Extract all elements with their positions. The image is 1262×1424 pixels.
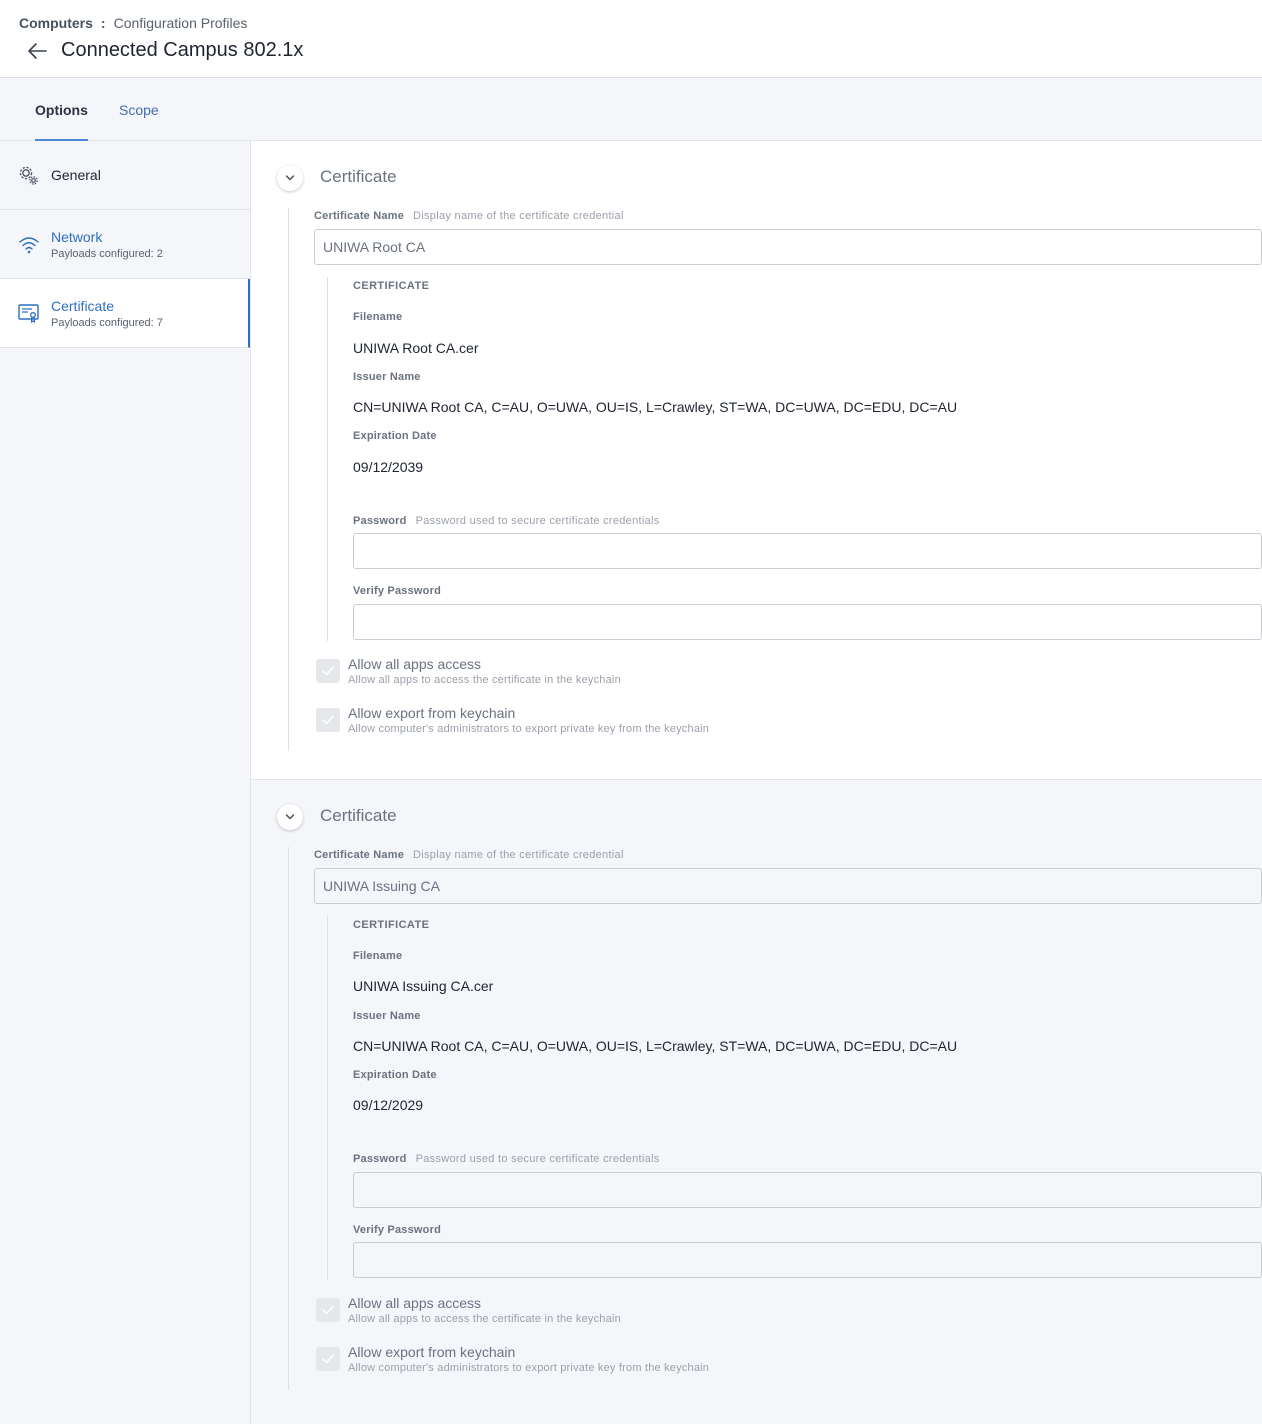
verify-password-label: Verify Password <box>353 1224 441 1236</box>
filename-value: UNIWA Issuing CA.cer <box>353 978 494 994</box>
issuer-name-label: Issuer Name <box>353 371 421 383</box>
field-hint: Password used to secure certificate cred… <box>415 1153 660 1165</box>
allow-all-apps-checkbox[interactable] <box>316 659 340 683</box>
breadcrumb-configuration-profiles[interactable]: Configuration Profiles <box>114 15 248 31</box>
breadcrumb-computers[interactable]: Computers <box>19 15 93 31</box>
field-hint: Display name of the certificate credenti… <box>413 849 624 861</box>
certificate-heading: CERTIFICATE <box>353 280 430 292</box>
field-hint: Password used to secure certificate cred… <box>415 515 660 527</box>
verify-password-label: Verify Password <box>353 585 441 597</box>
label-text: Password <box>353 515 407 527</box>
tab-bar: Options Scope <box>0 78 1262 141</box>
certificate-name-input[interactable] <box>314 229 1262 265</box>
sidebar-item-label: Network <box>51 229 103 245</box>
allow-export-label: Allow export from keychain <box>348 1344 516 1360</box>
certificate-name-label: Certificate Name Display name of the cert… <box>314 210 624 222</box>
certificate-name-input[interactable] <box>314 868 1262 904</box>
field-hint: Display name of the certificate credenti… <box>413 210 624 222</box>
sidebar-item-payload-count: Payloads configured: 2 <box>51 248 163 260</box>
certificate-icon <box>18 302 40 324</box>
section-title: Certificate <box>320 167 397 186</box>
sidebar-item-certificate[interactable]: Certificate Payloads configured: 7 <box>0 279 250 348</box>
sidebar-item-general[interactable]: General <box>0 141 250 210</box>
allow-export-description: Allow computer's administrators to expor… <box>348 723 710 735</box>
issuer-name-label: Issuer Name <box>353 1010 421 1022</box>
certificate-section: Certificate Certificate Name Display name… <box>251 141 1262 780</box>
filename-label: Filename <box>353 311 403 323</box>
certificate-heading: CERTIFICATE <box>353 919 430 931</box>
allow-all-apps-description: Allow all apps to access the certificate… <box>348 674 621 686</box>
tab-scope[interactable]: Scope <box>119 102 159 118</box>
allow-all-apps-label: Allow all apps access <box>348 1295 482 1311</box>
sidebar-item-label: Certificate <box>51 298 115 314</box>
sidebar-item-network[interactable]: Network Payloads configured: 2 <box>0 210 250 279</box>
filename-label: Filename <box>353 950 403 962</box>
password-input[interactable] <box>353 1172 1262 1208</box>
filename-value: UNIWA Root CA.cer <box>353 340 479 356</box>
section-rail <box>288 847 289 1390</box>
tab-options[interactable]: Options <box>35 102 88 141</box>
breadcrumb: Computers: Configuration Profiles <box>19 15 247 31</box>
expiration-date-value: 09/12/2039 <box>353 459 424 475</box>
label-text: Certificate Name <box>314 849 405 861</box>
certificate-section: Certificate Certificate Name Display name… <box>251 780 1262 1424</box>
collapse-chevron-icon[interactable] <box>277 165 303 191</box>
expiration-date-value: 09/12/2029 <box>353 1097 424 1113</box>
password-input[interactable] <box>353 533 1262 569</box>
allow-export-checkbox[interactable] <box>316 708 340 732</box>
verify-password-input[interactable] <box>353 604 1262 640</box>
page-header: Computers: Configuration Profiles Connect… <box>0 0 1262 78</box>
allow-all-apps-checkbox[interactable] <box>316 1298 340 1322</box>
back-arrow-icon[interactable] <box>26 41 48 61</box>
certificate-rail <box>327 916 328 1280</box>
issuer-name-value: CN=UNIWA Root CA, C=AU, O=UWA, OU=IS, L=… <box>353 399 958 415</box>
label-text: Certificate Name <box>314 210 405 222</box>
issuer-name-value: CN=UNIWA Root CA, C=AU, O=UWA, OU=IS, L=… <box>353 1038 958 1054</box>
allow-export-checkbox[interactable] <box>316 1347 340 1371</box>
verify-password-input[interactable] <box>353 1242 1262 1278</box>
expiration-date-label: Expiration Date <box>353 430 437 442</box>
allow-all-apps-description: Allow all apps to access the certificate… <box>348 1313 621 1325</box>
breadcrumb-separator: : <box>100 15 106 31</box>
page-title: Connected Campus 802.1x <box>61 39 304 61</box>
allow-export-label: Allow export from keychain <box>348 705 516 721</box>
wifi-icon <box>18 234 40 256</box>
sidebar: General Network Payloads configured: 2 C… <box>0 141 251 1424</box>
allow-export-description: Allow computer's administrators to expor… <box>348 1362 710 1374</box>
label-text: Password <box>353 1153 407 1165</box>
password-label: Password Password used to secure certific… <box>353 515 660 527</box>
section-title: Certificate <box>320 806 397 825</box>
certificate-rail <box>327 277 328 641</box>
allow-all-apps-label: Allow all apps access <box>348 656 482 672</box>
collapse-chevron-icon[interactable] <box>277 804 303 830</box>
expiration-date-label: Expiration Date <box>353 1069 437 1081</box>
password-label: Password Password used to secure certific… <box>353 1153 660 1165</box>
certificate-name-label: Certificate Name Display name of the cert… <box>314 849 624 861</box>
sidebar-item-label: General <box>51 167 101 183</box>
sidebar-item-payload-count: Payloads configured: 7 <box>51 317 163 329</box>
section-rail <box>288 208 289 751</box>
gear-icon <box>18 165 40 187</box>
